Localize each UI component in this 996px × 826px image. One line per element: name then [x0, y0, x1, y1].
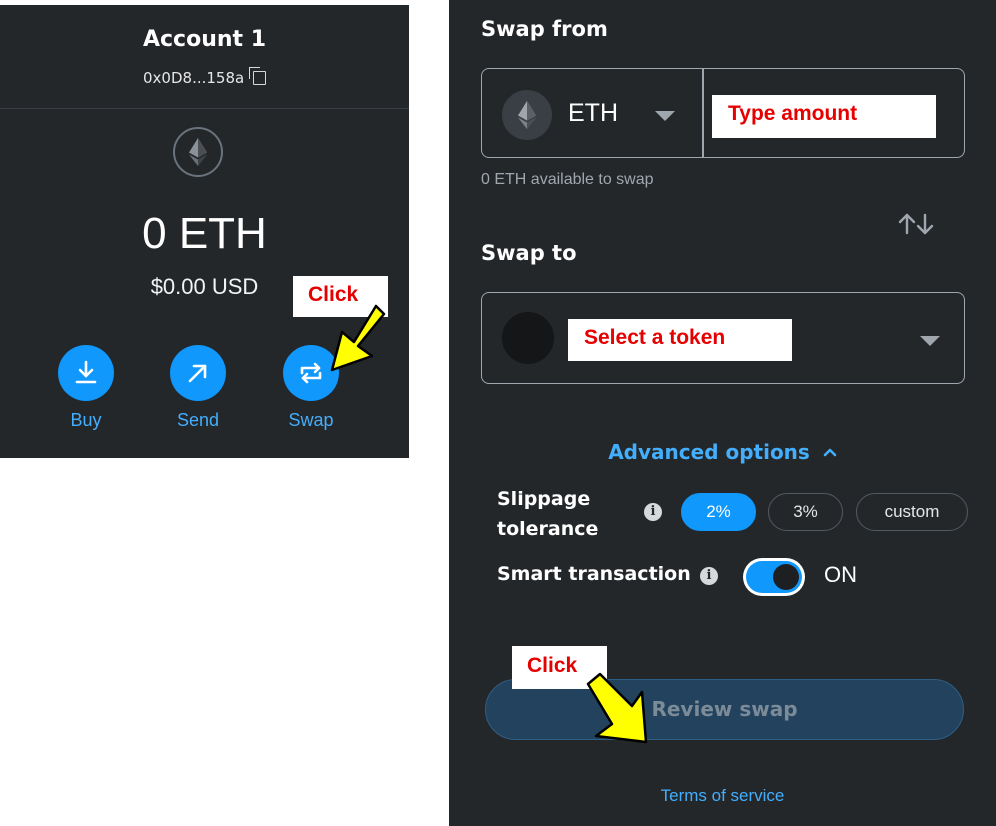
from-token-symbol[interactable]: ETH: [568, 99, 618, 128]
chevron-down-icon[interactable]: [655, 111, 675, 121]
smart-transaction-toggle[interactable]: [743, 558, 805, 596]
swap-label[interactable]: Swap: [271, 410, 351, 431]
buy-button[interactable]: Buy: [46, 345, 126, 431]
send-label[interactable]: Send: [158, 410, 238, 431]
token-placeholder-icon[interactable]: [502, 312, 554, 364]
account-address[interactable]: 0x0D8...158a: [143, 69, 244, 87]
chevron-down-icon[interactable]: [920, 336, 940, 346]
advanced-options-toggle[interactable]: Advanced options: [449, 440, 996, 464]
divider: [0, 108, 409, 109]
slippage-label-line2: tolerance: [497, 518, 599, 540]
arrow-up-right-icon[interactable]: [170, 345, 226, 401]
download-icon[interactable]: [58, 345, 114, 401]
annotation-type-amount[interactable]: Type amount: [712, 95, 936, 138]
slippage-option-3[interactable]: 3%: [768, 493, 843, 531]
info-icon[interactable]: i: [700, 567, 718, 585]
slippage-option-2[interactable]: 2%: [681, 493, 756, 531]
account-name[interactable]: Account 1: [0, 27, 409, 52]
annotation-select-token[interactable]: Select a token: [568, 319, 792, 361]
switch-tokens-icon[interactable]: [897, 212, 935, 242]
slippage-label-line1: Slippage: [497, 488, 591, 510]
terms-of-service-link[interactable]: Terms of service: [449, 786, 996, 806]
chevron-up-icon[interactable]: [823, 447, 837, 457]
slippage-tolerance-label: Slippage tolerance: [497, 484, 598, 544]
eth-logo-icon: [173, 127, 223, 177]
arrow-pointer-icon: [330, 304, 386, 372]
buy-label[interactable]: Buy: [46, 410, 126, 431]
account-address-row[interactable]: 0x0D8...158a: [0, 67, 409, 87]
wallet-panel: Account 1 0x0D8...158a 0 ETH $0.00 USD B…: [0, 5, 409, 458]
smart-transaction-label: Smart transaction: [497, 563, 691, 585]
balance-primary: 0 ETH: [142, 209, 267, 258]
advanced-options-label[interactable]: Advanced options: [608, 440, 810, 464]
slippage-option-custom[interactable]: custom: [856, 493, 968, 531]
toggle-knob[interactable]: [773, 564, 799, 590]
swap-from-title: Swap from: [481, 17, 608, 41]
copy-icon[interactable]: [248, 67, 266, 85]
eth-token-icon[interactable]: [502, 90, 552, 140]
available-balance: 0 ETH available to swap: [481, 171, 654, 188]
divider: [702, 69, 704, 157]
info-icon[interactable]: i: [644, 503, 662, 521]
swap-to-title: Swap to: [481, 241, 577, 265]
arrow-pointer-icon: [586, 672, 648, 744]
toggle-track[interactable]: [746, 561, 802, 593]
smart-transaction-state: ON: [824, 562, 857, 587]
send-button[interactable]: Send: [158, 345, 238, 431]
